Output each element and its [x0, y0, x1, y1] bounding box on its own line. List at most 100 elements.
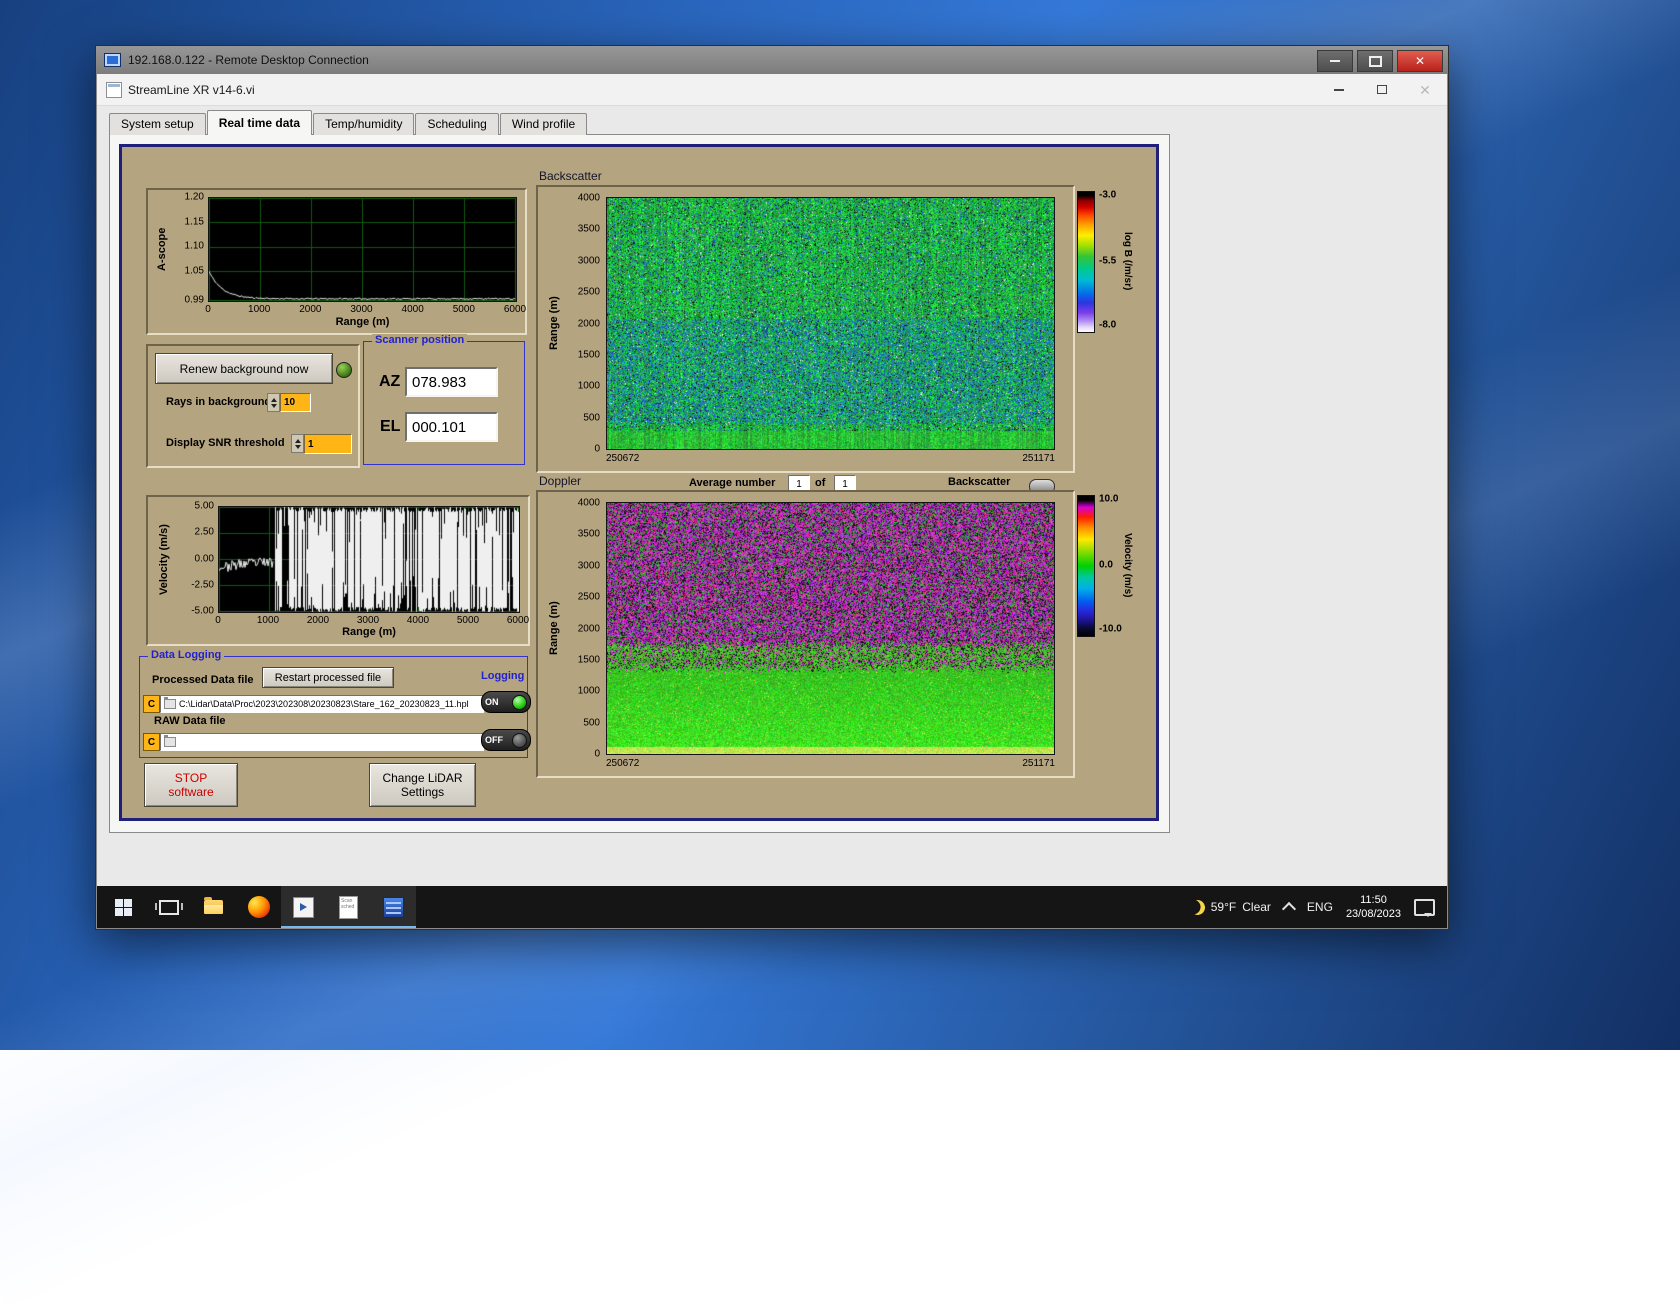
stop-software-button[interactable]: STOP software	[144, 763, 238, 807]
scan-schedule-app-button[interactable]: Scan sched	[326, 886, 371, 928]
ascope-x-axis-label: Range (m)	[335, 316, 390, 328]
raw-logging-toggle[interactable]: OFF	[481, 729, 531, 751]
restart-processed-file-button[interactable]: Restart processed file	[262, 667, 394, 688]
ytick-label: 2500	[577, 591, 600, 603]
tab-system-setup[interactable]: System setup	[109, 113, 206, 135]
change-lidar-settings-button[interactable]: Change LiDAR Settings	[369, 763, 476, 807]
doppler-y-axis-label: Range (m)	[548, 601, 560, 656]
backscatter-colorbar	[1077, 191, 1095, 333]
app-close-button[interactable]: ✕	[1417, 82, 1433, 98]
weather-condition: Clear	[1242, 900, 1271, 914]
task-view-button[interactable]	[146, 886, 191, 928]
folder-icon	[204, 897, 223, 914]
file-explorer-button[interactable]	[191, 886, 236, 928]
weather-temperature: 59°F	[1210, 900, 1237, 914]
ytick-label: -5.00	[191, 605, 214, 617]
ytick-label: 4000	[577, 497, 600, 509]
data-logging-title: Data Logging	[148, 649, 225, 661]
app-window-title: StreamLine XR v14-6.vi	[128, 82, 255, 97]
doppler-colorbar-label: Velocity (m/s)	[1122, 532, 1133, 598]
tab-real-time-data[interactable]: Real time data	[206, 110, 313, 135]
processed-drive-button[interactable]: C	[143, 695, 160, 713]
app-restore-button[interactable]	[1374, 82, 1390, 98]
ytick-label: 0.99	[184, 294, 204, 306]
rdp-maximize-button[interactable]	[1357, 50, 1393, 72]
firefox-icon	[247, 896, 270, 918]
backscatter-section-title: Backscatter	[539, 169, 602, 183]
ytick-label: 2000	[577, 318, 600, 329]
cbtick-label: 10.0	[1099, 493, 1119, 505]
azimuth-value: 078.983	[405, 367, 498, 397]
taskbar: Scan sched 59°F Clear ENG 11:50 23/08/20…	[97, 886, 1447, 928]
display-snr-threshold-input[interactable]: 1	[304, 434, 352, 454]
rdp-close-button[interactable]: ✕	[1397, 50, 1443, 72]
rdp-titlebar[interactable]: 192.168.0.122 - Remote Desktop Connectio…	[96, 46, 1448, 74]
scanner-position-title: Scanner position	[372, 334, 468, 346]
processed-logging-toggle[interactable]: ON	[481, 691, 531, 713]
raw-drive-button[interactable]: C	[143, 733, 160, 751]
increment-icon[interactable]	[270, 397, 277, 402]
cbtick-label: -8.0	[1099, 319, 1117, 331]
decrement-icon[interactable]	[270, 403, 277, 408]
clock-tray-item[interactable]: 11:50 23/08/2023	[1346, 893, 1401, 921]
doppler-heatmap	[606, 502, 1055, 755]
cbtick-label: -5.5	[1099, 255, 1117, 267]
xtick-label: 0	[205, 304, 211, 315]
average-number-label: Average number	[689, 477, 776, 489]
scanner-position-group: Scanner position AZ 078.983 EL 000.101	[363, 334, 525, 465]
ytick-label: 3000	[577, 255, 600, 267]
processed-file-path-field[interactable]: C:\Lidar\Data\Proc\2023\202308\20230823\…	[160, 695, 484, 713]
ascope-x-ticks: 0 1000 2000 3000 4000 5000 6000	[205, 304, 526, 316]
language-indicator[interactable]: ENG	[1307, 900, 1333, 914]
app-titlebar[interactable]: StreamLine XR v14-6.vi ✕	[97, 74, 1447, 106]
of-label: of	[815, 477, 826, 489]
ytick-label: 3500	[577, 528, 600, 540]
tab-page: A-scope 1.20 1.15 1.10 1.05 0.99 0 1000 2000 30…	[109, 134, 1170, 833]
increment-icon[interactable]	[294, 438, 301, 443]
ytick-label: 500	[583, 717, 600, 729]
minimize-icon	[1334, 88, 1344, 91]
firefox-button[interactable]	[236, 886, 281, 928]
rdp-minimize-button[interactable]	[1317, 50, 1353, 72]
ytick-label: 5.00	[194, 500, 214, 512]
app-minimize-button[interactable]	[1331, 82, 1347, 98]
rays-spinner[interactable]	[267, 393, 280, 412]
display-snr-threshold-label: Display SNR threshold	[166, 437, 285, 449]
ytick-label: 0	[594, 748, 600, 760]
xtick-label: 4000	[406, 615, 430, 626]
scan-schedule-caption: Scan sched	[341, 897, 355, 910]
ytick-label: 1000	[577, 685, 600, 697]
streamline-app-button[interactable]	[281, 886, 326, 928]
cbtick-label: -10.0	[1099, 623, 1122, 635]
action-center-icon[interactable]	[1414, 898, 1435, 917]
snr-spinner[interactable]	[291, 434, 304, 453]
renew-background-button[interactable]: Renew background now	[155, 353, 333, 384]
background-control-group: Renew background now Rays in background …	[146, 344, 360, 468]
show-hidden-icons-chevron[interactable]	[1281, 901, 1296, 917]
tab-scheduling[interactable]: Scheduling	[415, 113, 499, 135]
start-button[interactable]	[101, 886, 146, 928]
decrement-icon[interactable]	[294, 444, 301, 449]
processed-data-file-label: Processed Data file	[152, 674, 254, 686]
ascope-plot-area: 1.20 1.15 1.10 1.05 0.99 0 1000 2000 3000 4000 50…	[185, 192, 527, 316]
taskbar-app-buttons: Scan sched	[101, 886, 416, 928]
blue-app-button[interactable]	[371, 886, 416, 928]
app-window-controls: ✕	[1331, 74, 1433, 105]
xtick-label: 6000	[503, 304, 527, 315]
tab-temp-humidity[interactable]: Temp/humidity	[313, 113, 415, 135]
rays-in-background-input[interactable]: 10	[280, 393, 311, 412]
doppler-colorbar	[1077, 495, 1095, 637]
velocity-plot	[218, 506, 520, 613]
xtick-label: 6000	[506, 615, 530, 626]
raw-file-path-field[interactable]	[160, 733, 484, 751]
rdp-client-area: StreamLine XR v14-6.vi ✕ System setup Re…	[97, 74, 1447, 928]
tab-wind-profile[interactable]: Wind profile	[499, 113, 588, 135]
ytick-label: 1000	[577, 380, 600, 392]
raw-data-file-label: RAW Data file	[154, 715, 226, 727]
ytick-label: 2000	[577, 623, 600, 634]
logging-off-led-icon	[512, 732, 527, 748]
weather-tray-item[interactable]: 59°F Clear	[1190, 900, 1271, 915]
tab-bar: System setup Real time data Temp/humidit…	[109, 110, 588, 135]
task-view-icon	[154, 899, 183, 915]
taskbar-tray: 59°F Clear ENG 11:50 23/08/2023	[1190, 886, 1435, 928]
